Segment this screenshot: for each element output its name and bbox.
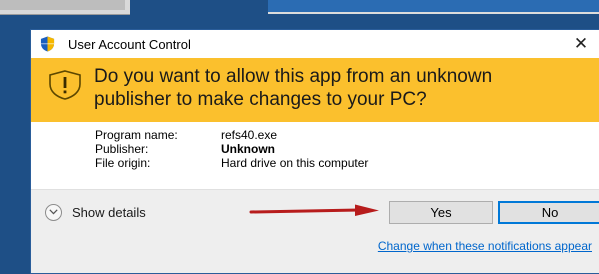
title-bar: User Account Control ✕ [31, 30, 599, 58]
detail-row-publisher: Publisher: Unknown [95, 142, 368, 156]
notifications-settings-link[interactable]: Change when these notifications appear [378, 239, 592, 253]
detail-label: Publisher: [95, 142, 149, 156]
program-details: Program name: refs40.exe Publisher: Unknow… [95, 128, 368, 170]
prompt-question: Do you want to allow this app from an un… [94, 66, 493, 110]
show-details-toggle[interactable]: Show details [45, 201, 146, 223]
detail-value: Unknown [221, 142, 275, 156]
prompt-banner: Do you want to allow this app from an un… [31, 58, 599, 122]
detail-row-file-origin: File origin: Hard drive on this computer [95, 156, 368, 170]
dialog-footer: Show details Yes No Change when these no… [31, 189, 599, 273]
detail-label: File origin: [95, 156, 151, 170]
detail-value: Hard drive on this computer [221, 156, 369, 170]
yes-button[interactable]: Yes [389, 201, 493, 224]
show-details-label[interactable]: Show details [72, 205, 146, 220]
close-icon[interactable]: ✕ [570, 33, 592, 55]
chevron-down-icon[interactable] [45, 203, 62, 221]
uac-dialog: User Account Control ✕ Do you want to al… [30, 29, 599, 274]
detail-value: refs40.exe [221, 128, 278, 142]
background-window-strip-right [268, 0, 599, 14]
warning-shield-icon [49, 70, 81, 100]
detail-row-program-name: Program name: refs40.exe [95, 128, 368, 142]
window-title: User Account Control [68, 37, 191, 52]
background-window-strip-left [0, 0, 130, 15]
red-arrow-icon [249, 204, 379, 216]
no-button[interactable]: No [498, 201, 599, 224]
uac-shield-icon [40, 36, 55, 52]
detail-label: Program name: [95, 128, 178, 142]
